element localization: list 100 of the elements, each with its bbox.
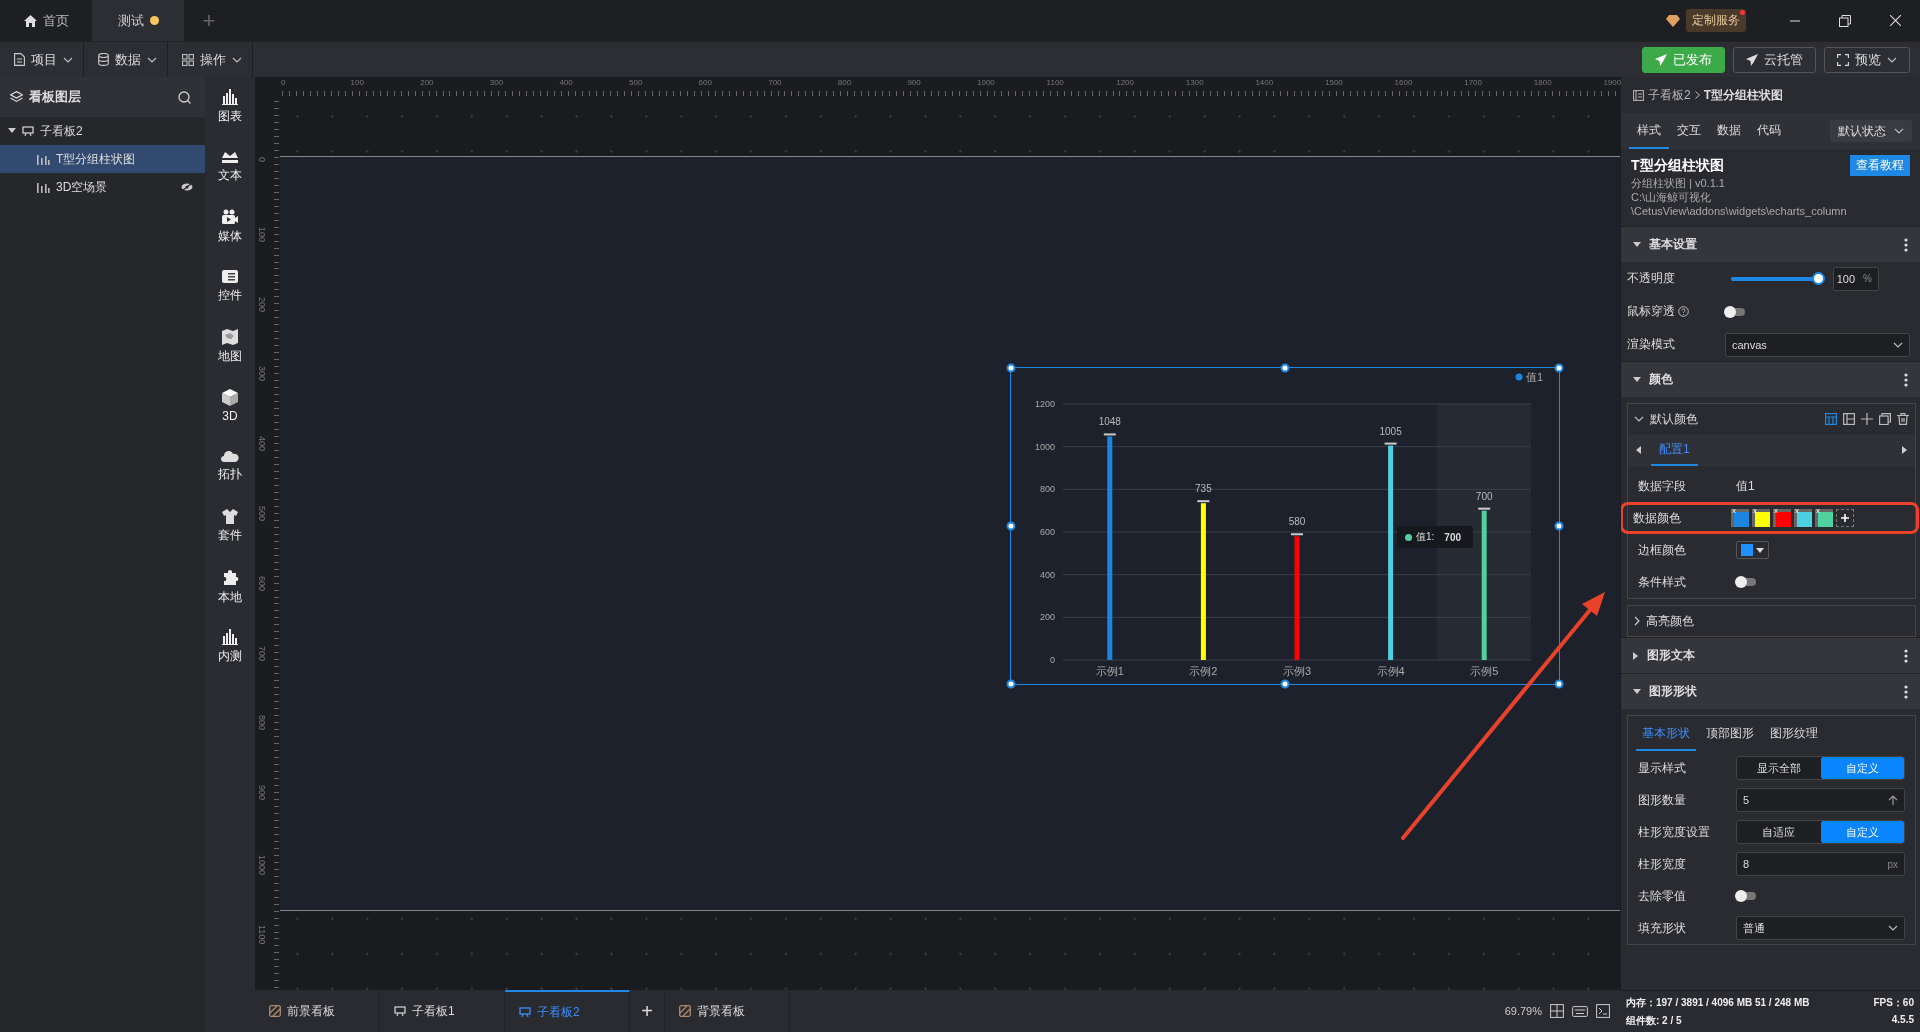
field-label: 去除零值 bbox=[1638, 887, 1686, 905]
toggle-switch[interactable] bbox=[1725, 307, 1745, 316]
number-field[interactable]: 5 bbox=[1736, 788, 1905, 812]
toolbar-button[interactable]: 云托管 bbox=[1733, 46, 1816, 73]
component-category[interactable]: 套件 bbox=[218, 509, 242, 569]
section-header[interactable]: 基本设置 bbox=[1621, 226, 1920, 262]
layer-item[interactable]: 3D空场景 bbox=[0, 173, 205, 201]
toggle-switch[interactable] bbox=[1736, 892, 1756, 900]
color-picker[interactable] bbox=[1736, 541, 1769, 559]
caret-icon bbox=[232, 56, 242, 63]
color-swatch[interactable]: x bbox=[1731, 509, 1749, 527]
resize-handle[interactable] bbox=[1554, 679, 1564, 689]
add-board-button[interactable]: + bbox=[630, 990, 665, 1032]
breadcrumb-link[interactable]: 子看板2 bbox=[1648, 86, 1691, 104]
legend-label: 值1 bbox=[1526, 371, 1544, 383]
inspector-tab[interactable]: 样式 bbox=[1629, 113, 1669, 149]
data-label: 735 bbox=[1195, 483, 1212, 495]
color-swatch[interactable]: x bbox=[1815, 509, 1833, 527]
field-label: 显示样式 bbox=[1638, 759, 1686, 777]
component-category[interactable]: 拓扑 bbox=[218, 449, 242, 509]
resize-handle[interactable] bbox=[1554, 363, 1564, 373]
group-header[interactable]: 高亮颜色 bbox=[1628, 606, 1915, 636]
document-tab[interactable]: 测试 bbox=[92, 0, 184, 41]
field-label: 柱形宽度 bbox=[1638, 855, 1686, 873]
search-button[interactable] bbox=[178, 90, 191, 104]
select-field[interactable]: canvas bbox=[1725, 332, 1910, 357]
segment-option[interactable]: 显示全部 bbox=[1737, 757, 1821, 779]
sub-tab[interactable]: 顶部图形 bbox=[1700, 717, 1760, 751]
caret-icon bbox=[1888, 925, 1898, 931]
component-category[interactable]: 图表 bbox=[218, 89, 242, 149]
data-label: 1005 bbox=[1379, 425, 1402, 437]
sub-tab[interactable]: 基本形状 bbox=[1636, 717, 1696, 751]
color-swatch[interactable]: x bbox=[1773, 509, 1791, 527]
document-tab[interactable]: 首页 bbox=[0, 0, 92, 41]
keyboard-button[interactable] bbox=[1572, 1005, 1588, 1017]
component-category[interactable]: 地图 bbox=[218, 329, 242, 389]
send-icon bbox=[1655, 53, 1667, 66]
chart-tooltip: 值1: 700 bbox=[1397, 526, 1474, 548]
number-field[interactable]: 8 px bbox=[1736, 852, 1905, 876]
layer-item[interactable]: 子看板2 bbox=[0, 117, 205, 145]
zoom-level: 69.79% bbox=[1504, 1005, 1542, 1017]
more-icon bbox=[1904, 372, 1908, 387]
layout-icon bbox=[1843, 413, 1855, 425]
section-header[interactable]: 图形文本 bbox=[1621, 637, 1920, 673]
board-tab[interactable]: 子看板1 bbox=[380, 990, 505, 1032]
search-icon bbox=[178, 90, 191, 104]
board-tab[interactable]: 子看板2 bbox=[505, 990, 630, 1032]
layers-icon bbox=[10, 91, 23, 103]
expand-icon bbox=[1633, 376, 1641, 383]
board-tab[interactable]: 前景看板 bbox=[255, 990, 380, 1032]
color-swatch[interactable]: x bbox=[1794, 509, 1812, 527]
fit-button[interactable] bbox=[1550, 1004, 1564, 1018]
section-header[interactable]: 图形形状 bbox=[1621, 673, 1920, 709]
toggle-switch[interactable] bbox=[1736, 578, 1756, 586]
segment-option[interactable]: 自定义 bbox=[1820, 757, 1904, 779]
inspector-tab[interactable]: 数据 bbox=[1709, 113, 1749, 149]
data-label: 700 bbox=[1475, 490, 1493, 502]
custom-service-button[interactable]: 定制服务 bbox=[1686, 9, 1746, 32]
component-category[interactable]: 文本 bbox=[218, 149, 242, 209]
resize-handle[interactable] bbox=[1006, 521, 1016, 531]
widget-title: T型分组柱状图 bbox=[1631, 156, 1724, 175]
section-header[interactable]: 颜色 bbox=[1621, 361, 1920, 397]
config-tab[interactable]: 配置1 bbox=[1651, 434, 1698, 466]
component-category[interactable]: 控件 bbox=[218, 269, 242, 329]
shirt-icon bbox=[221, 509, 239, 524]
right-arrow-icon bbox=[1902, 446, 1907, 454]
component-category[interactable]: 内测 bbox=[218, 629, 242, 689]
board-tab[interactable]: 背景看板 bbox=[665, 990, 790, 1032]
copy-icon bbox=[1879, 413, 1891, 425]
segment-option[interactable]: 自定义 bbox=[1820, 821, 1904, 843]
field-label: 柱形宽度设置 bbox=[1638, 823, 1710, 841]
component-category[interactable]: 本地 bbox=[218, 569, 242, 629]
resize-handle[interactable] bbox=[1006, 679, 1016, 689]
resize-handle[interactable] bbox=[1280, 679, 1290, 689]
segment-option[interactable]: 自适应 bbox=[1737, 821, 1821, 843]
group-header[interactable]: 默认颜色 bbox=[1628, 404, 1915, 434]
tutorial-button[interactable]: 查看教程 bbox=[1850, 155, 1910, 176]
resize-handle[interactable] bbox=[1554, 521, 1564, 531]
color-swatch[interactable]: x bbox=[1752, 509, 1770, 527]
add-color-button[interactable] bbox=[1836, 509, 1854, 527]
preview-button[interactable]: 预览 bbox=[1824, 46, 1910, 73]
slider-thumb[interactable] bbox=[1812, 272, 1825, 285]
field-label: 填充形状 bbox=[1638, 919, 1686, 937]
hatched-square-icon bbox=[269, 1005, 281, 1017]
component-category[interactable]: 媒体 bbox=[218, 209, 242, 269]
sub-tab[interactable]: 图形纹理 bbox=[1764, 717, 1824, 751]
caret-icon bbox=[63, 56, 73, 63]
console-button[interactable] bbox=[1596, 1004, 1610, 1018]
inspector-tab[interactable]: 代码 bbox=[1749, 113, 1789, 149]
inspector-tab[interactable]: 交互 bbox=[1669, 113, 1709, 149]
state-dropdown[interactable]: 默认状态 bbox=[1830, 120, 1912, 142]
widget-path: \CetusView\addons\widgets\echarts_column bbox=[1631, 205, 1848, 218]
field-value: 值1 bbox=[1736, 477, 1755, 495]
select-field[interactable]: 普通 bbox=[1736, 916, 1905, 940]
resize-handle[interactable] bbox=[1280, 363, 1290, 373]
axis-label: 200 bbox=[1039, 612, 1055, 623]
number-field[interactable]: 100 % bbox=[1833, 266, 1879, 291]
resize-handle[interactable] bbox=[1006, 363, 1016, 373]
layer-item[interactable]: T型分组柱状图 bbox=[0, 145, 205, 173]
component-category[interactable]: 3D bbox=[222, 389, 238, 449]
